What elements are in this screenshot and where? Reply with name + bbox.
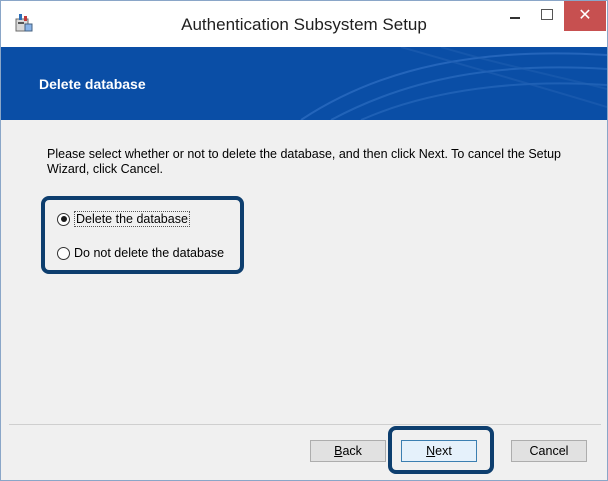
- next-label: ext: [435, 444, 452, 458]
- page-title: Delete database: [39, 76, 146, 92]
- maximize-button[interactable]: [531, 1, 563, 31]
- header-banner: Delete database: [1, 47, 607, 120]
- close-icon: ✕: [578, 5, 592, 24]
- footer-divider: [9, 424, 601, 425]
- radio-button-keep[interactable]: [57, 246, 70, 260]
- back-label: ack: [342, 444, 362, 458]
- maximize-icon: [541, 9, 553, 20]
- cancel-button[interactable]: Cancel: [511, 440, 587, 462]
- minimize-button[interactable]: [499, 1, 531, 31]
- close-button[interactable]: ✕: [564, 1, 606, 31]
- radio-option-delete[interactable]: Delete the database: [57, 210, 190, 228]
- radio-label-keep: Do not delete the database: [74, 246, 225, 260]
- radio-label-delete: Delete the database: [74, 211, 190, 227]
- title-bar[interactable]: Authentication Subsystem Setup ✕: [1, 1, 607, 47]
- instruction-text: Please select whether or not to delete t…: [47, 147, 561, 176]
- options-highlight: [41, 196, 244, 274]
- minimize-icon: [510, 17, 520, 19]
- next-button[interactable]: Next: [401, 440, 477, 462]
- setup-window: Authentication Subsystem Setup ✕ Delete …: [0, 0, 608, 481]
- next-mnemonic: N: [426, 444, 436, 458]
- back-button[interactable]: Back: [310, 440, 386, 462]
- radio-button-delete[interactable]: [57, 212, 70, 226]
- radio-option-keep[interactable]: Do not delete the database: [57, 244, 224, 262]
